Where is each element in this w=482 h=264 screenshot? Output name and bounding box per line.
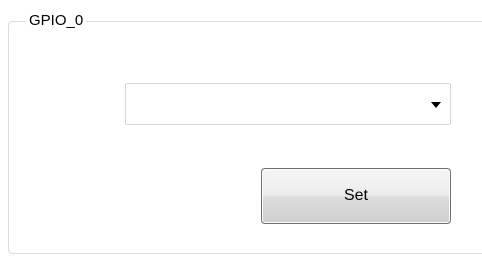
set-button[interactable]: Set (261, 168, 451, 224)
chevron-down-icon (431, 102, 441, 108)
group-title: GPIO_0 (26, 11, 87, 30)
gpio-select[interactable] (125, 83, 451, 125)
